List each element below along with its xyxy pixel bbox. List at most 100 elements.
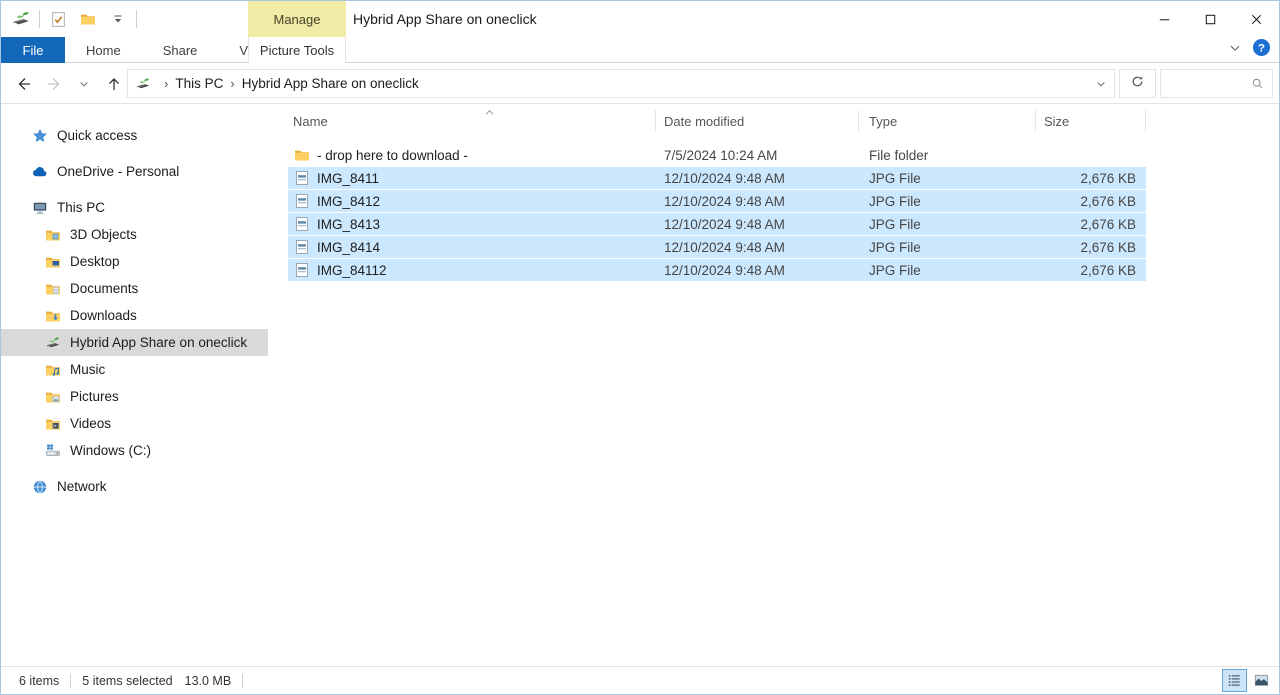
sidebar-item-this-pc[interactable]: This PC [1, 194, 268, 221]
sidebar-item-label: Videos [70, 416, 111, 431]
breadcrumb-chevron-icon[interactable]: › [223, 76, 241, 91]
jpg-file-icon [294, 216, 310, 232]
tab-file[interactable]: File [1, 37, 65, 63]
sidebar-item-label: Desktop [70, 254, 120, 269]
file-row[interactable]: IMG_841412/10/2024 9:48 AMJPG File2,676 … [288, 236, 1146, 259]
file-name-cell: IMG_84112 [288, 262, 656, 278]
sidebar-item-windows-c[interactable]: Windows (C:) [1, 437, 268, 464]
column-header-type[interactable]: Type [859, 110, 1036, 132]
sort-ascending-icon [484, 106, 495, 121]
search-box [1160, 69, 1273, 98]
file-name: IMG_8412 [317, 194, 380, 209]
sidebar-item-label: This PC [57, 200, 105, 215]
qat-dropdown-chevron-icon[interactable] [106, 7, 130, 31]
explorer-window: Manage Hybrid App Share on oneclick File… [0, 0, 1280, 695]
maximize-button[interactable] [1187, 1, 1233, 37]
size-cell: 2,676 KB [1036, 171, 1146, 186]
sidebar-item-hybrid-app-share-on-oneclick[interactable]: Hybrid App Share on oneclick [1, 329, 268, 356]
sidebar-item-quick-access[interactable]: Quick access [1, 122, 268, 149]
collapse-ribbon-chevron-icon[interactable] [1228, 41, 1242, 60]
breadcrumb-item[interactable]: Hybrid App Share on oneclick [242, 76, 419, 91]
type-cell: File folder [859, 148, 1036, 163]
type-cell: JPG File [859, 217, 1036, 232]
item-count: 6 items [19, 674, 59, 688]
sidebar-item-network[interactable]: Network [1, 473, 268, 500]
ribbon-right-controls: ? [1228, 37, 1271, 63]
sidebar-item-videos[interactable]: Videos [1, 410, 268, 437]
breadcrumb-item[interactable]: This PC [175, 76, 223, 91]
file-name: IMG_8414 [317, 240, 380, 255]
minimize-button[interactable] [1141, 1, 1187, 37]
details-view-button[interactable] [1222, 669, 1247, 692]
sidebar-item-label: Quick access [57, 128, 137, 143]
file-name: - drop here to download - [317, 148, 468, 163]
column-header-size[interactable]: Size [1036, 110, 1146, 132]
file-name: IMG_8411 [317, 171, 379, 186]
sidebar-item-onedrive-personal[interactable]: OneDrive - Personal [1, 158, 268, 185]
column-header-date-modified[interactable]: Date modified [656, 110, 859, 132]
search-icon[interactable] [1251, 77, 1272, 90]
thumbnail-view-button[interactable] [1249, 669, 1274, 692]
column-header-name[interactable]: Name [288, 110, 656, 132]
sidebar-item-label: Pictures [70, 389, 119, 404]
status-bar: 6 items 5 items selected 13.0 MB [1, 666, 1279, 694]
window-controls [1141, 1, 1279, 37]
folder-pictures-icon [45, 389, 61, 405]
folder-icon [294, 147, 310, 163]
sidebar-item-3d-objects[interactable]: 3D Objects [1, 221, 268, 248]
file-row[interactable]: - drop here to download -7/5/2024 10:24 … [288, 144, 1146, 167]
file-row[interactable]: IMG_841312/10/2024 9:48 AMJPG File2,676 … [288, 213, 1146, 236]
location-app-icon [135, 76, 151, 92]
folder-documents-icon [45, 281, 61, 297]
file-name-cell: - drop here to download - [288, 147, 656, 163]
view-toggles [1222, 669, 1274, 692]
close-button[interactable] [1233, 1, 1279, 37]
sidebar-item-label: Network [57, 479, 107, 494]
recent-locations-chevron-icon[interactable] [71, 70, 97, 98]
refresh-button[interactable] [1119, 69, 1156, 98]
tab-home[interactable]: Home [65, 37, 142, 63]
sidebar-item-downloads[interactable]: Downloads [1, 302, 268, 329]
sidebar-item-label: Music [70, 362, 105, 377]
sidebar-item-music[interactable]: Music [1, 356, 268, 383]
ribbon-tab-row: File HomeShareView Picture Tools ? [1, 37, 1279, 63]
file-row[interactable]: IMG_8411212/10/2024 9:48 AMJPG File2,676… [288, 259, 1146, 282]
type-cell: JPG File [859, 171, 1036, 186]
navigation-pane: Quick access OneDrive - Personal This PC 3… [1, 106, 268, 666]
date-modified-cell: 12/10/2024 9:48 AM [656, 217, 859, 232]
sidebar-item-label: 3D Objects [70, 227, 137, 242]
tab-share[interactable]: Share [142, 37, 219, 63]
app-icon[interactable] [9, 7, 33, 31]
file-row[interactable]: IMG_841112/10/2024 9:48 AMJPG File2,676 … [288, 167, 1146, 190]
address-bar: ›This PC›Hybrid App Share on oneclick [1, 63, 1279, 104]
sidebar-item-documents[interactable]: Documents [1, 275, 268, 302]
address-dropdown-chevron-icon[interactable] [1088, 70, 1114, 97]
file-row[interactable]: IMG_8412 12/10/2024 9:48 AMJPG File2,676 … [288, 190, 1146, 213]
sidebar-item-pictures[interactable]: Pictures [1, 383, 268, 410]
back-arrow-icon[interactable] [11, 70, 37, 98]
search-input[interactable] [1161, 70, 1251, 97]
quick-access-toolbar [9, 1, 137, 37]
size-cell: 2,676 KB [1036, 217, 1146, 232]
window-title: Hybrid App Share on oneclick [353, 1, 537, 37]
new-folder-icon[interactable] [76, 7, 100, 31]
tab-picture-tools[interactable]: Picture Tools [248, 37, 346, 63]
type-cell: JPG File [859, 194, 1036, 209]
sidebar-item-desktop[interactable]: Desktop [1, 248, 268, 275]
forward-arrow-icon[interactable] [41, 70, 67, 98]
selection-size: 13.0 MB [185, 674, 232, 688]
folder-videos-icon [45, 416, 61, 432]
breadcrumb-chevron-icon[interactable]: › [157, 76, 175, 91]
date-modified-cell: 12/10/2024 9:48 AM [656, 194, 859, 209]
file-name: IMG_84112 [317, 263, 387, 278]
jpg-file-icon [294, 239, 310, 255]
help-icon[interactable]: ? [1252, 38, 1271, 62]
sidebar-item-label: Documents [70, 281, 138, 296]
size-cell: 2,676 KB [1036, 194, 1146, 209]
up-arrow-icon[interactable] [101, 70, 127, 98]
properties-check-icon[interactable] [46, 7, 70, 31]
type-cell: JPG File [859, 240, 1036, 255]
folder-desktop-icon [45, 254, 61, 270]
address-box[interactable]: ›This PC›Hybrid App Share on oneclick [127, 69, 1115, 98]
manage-contextual-group[interactable]: Manage [248, 1, 346, 37]
